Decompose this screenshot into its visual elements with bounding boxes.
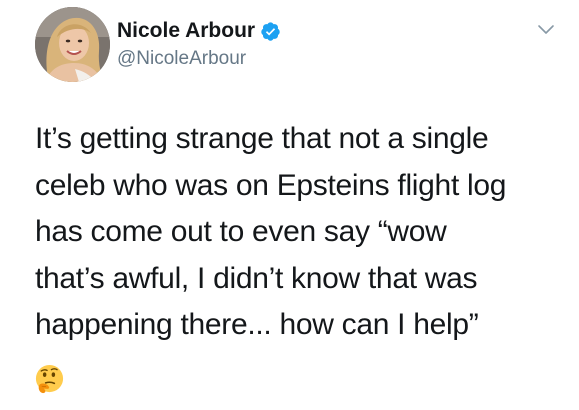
- author-handle[interactable]: @NicoleArbour: [117, 47, 246, 71]
- author-name-row[interactable]: Nicole Arbour: [117, 18, 281, 44]
- avatar-image: [35, 7, 110, 82]
- thinking-face-emoji: [35, 364, 64, 394]
- tweet-text-line: celeb who was on Epsteins flight log: [35, 168, 507, 202]
- tweet-text-line: It’s getting strange that not a single: [35, 122, 489, 155]
- avatar[interactable]: [35, 7, 110, 82]
- tweet-text-line: has come out to even say “wow: [35, 215, 447, 248]
- tweet-text: It’s getting strange that not a single c…: [35, 116, 555, 349]
- verified-badge-icon: [261, 21, 280, 41]
- tweet-text-line: that’s awful, I didn’t know that was: [35, 261, 478, 295]
- display-name[interactable]: Nicole Arbour: [117, 18, 255, 44]
- tweet-card: Nicole Arbour @NicoleArbour It’s getting…: [0, 0, 579, 410]
- chevron-down-icon[interactable]: [537, 24, 555, 36]
- tweet-text-line: happening there... how can I help”: [35, 308, 479, 341]
